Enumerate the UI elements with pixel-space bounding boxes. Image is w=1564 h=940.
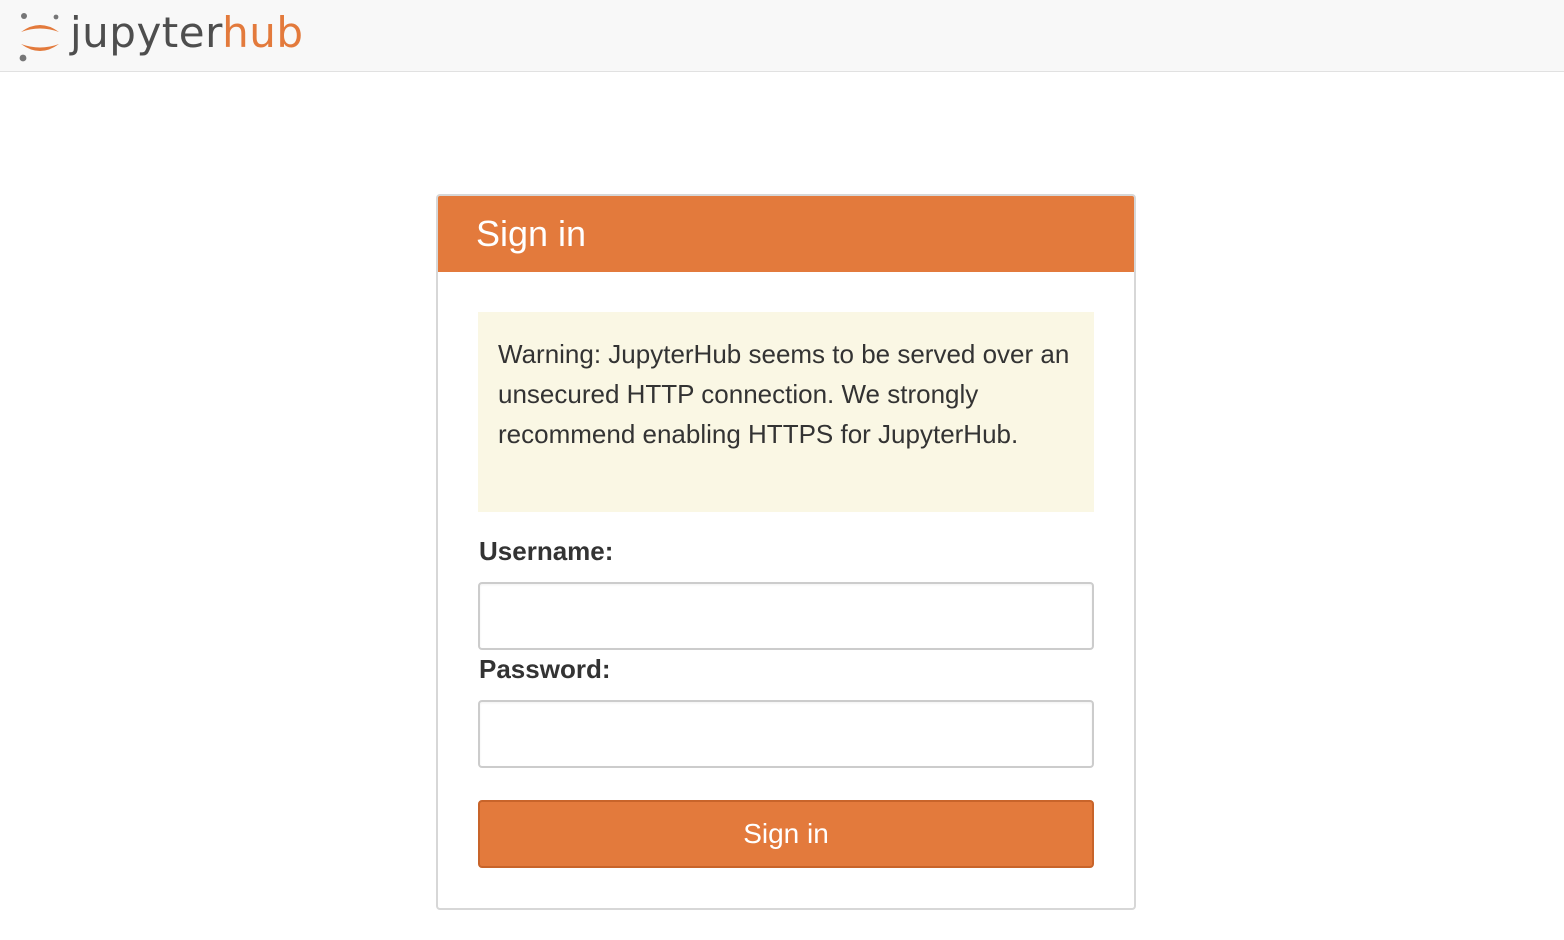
password-input[interactable] bbox=[478, 700, 1094, 768]
login-panel: Sign in Warning: JupyterHub seems to be … bbox=[436, 194, 1136, 910]
insecure-connection-warning: Warning: JupyterHub seems to be served o… bbox=[478, 312, 1094, 512]
sign-in-button[interactable]: Sign in bbox=[478, 800, 1094, 868]
login-panel-header: Sign in bbox=[438, 196, 1134, 272]
username-label: Username: bbox=[479, 536, 614, 566]
jupyterhub-logo-link[interactable]: jupyterhub bbox=[16, 6, 304, 66]
login-title: Sign in bbox=[476, 213, 587, 254]
brand-name-jupyter: jupyter bbox=[70, 8, 223, 57]
top-navbar: jupyterhub bbox=[0, 0, 1564, 72]
brand-wordmark: jupyterhub bbox=[70, 12, 304, 54]
password-label: Password: bbox=[479, 654, 611, 684]
jupyter-logo-icon bbox=[19, 13, 59, 62]
username-input[interactable] bbox=[478, 582, 1094, 650]
brand-name-hub: hub bbox=[222, 8, 304, 57]
